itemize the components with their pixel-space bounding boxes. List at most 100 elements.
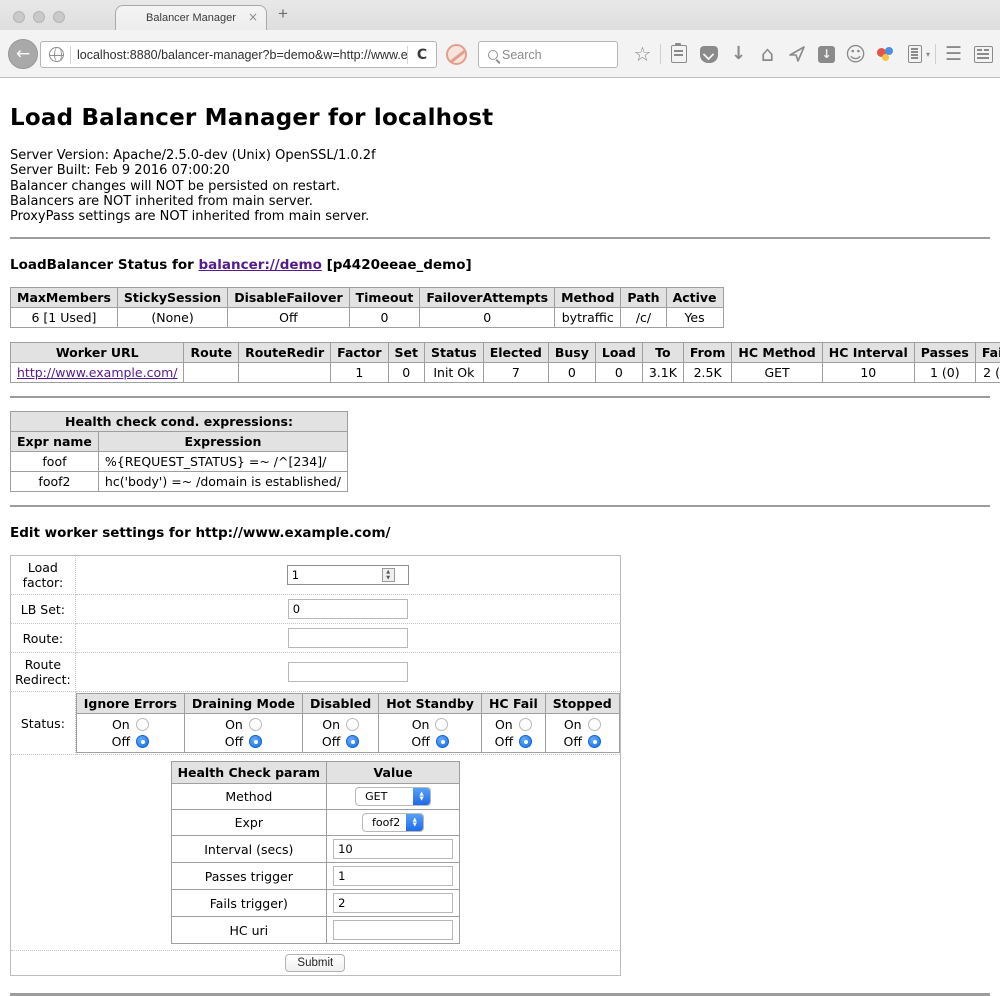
load-factor-label: Load factor: xyxy=(11,556,76,595)
select-chevrons-icon: ▲▼ xyxy=(413,788,430,805)
menu-hamburger-icon[interactable]: ☰ xyxy=(939,45,968,64)
page-content: Load Balancer Manager for localhost Serv… xyxy=(0,105,1000,996)
passes-input[interactable] xyxy=(333,866,453,886)
table-header-row: Health Check param Value xyxy=(171,762,460,784)
downloads-icon[interactable]: ↓ xyxy=(724,45,753,63)
hc-expr-title: Health check cond. expressions: xyxy=(11,412,348,432)
page-title: Load Balancer Manager for localhost xyxy=(10,105,990,131)
select-chevrons-icon: ▲▼ xyxy=(406,814,423,831)
ignore-errors-off-radio[interactable] xyxy=(136,735,149,748)
hc-uri-row: HC uri xyxy=(171,917,460,944)
passes-label: Passes trigger xyxy=(171,863,327,890)
hot-standby-off-radio[interactable] xyxy=(436,735,449,748)
url-text[interactable]: localhost:8880/balancer-manager?b=demo&w… xyxy=(71,48,407,62)
tab-close-icon[interactable]: × xyxy=(248,10,258,24)
method-select[interactable]: GET ▲▼ xyxy=(355,787,431,806)
server-info: Server Version: Apache/2.5.0-dev (Unix) … xyxy=(10,148,990,224)
route-input[interactable] xyxy=(288,628,408,648)
passes-row: Passes trigger xyxy=(171,863,460,890)
interval-label: Interval (secs) xyxy=(171,836,327,863)
browser-navbar: ← localhost:8880/balancer-manager?b=demo… xyxy=(0,30,1000,78)
window-minimize-button[interactable] xyxy=(33,11,45,23)
route-label: Route: xyxy=(11,624,76,653)
new-tab-button[interactable]: + xyxy=(278,4,288,24)
route-redirect-label: Route Redirect: xyxy=(11,653,76,692)
window-controls[interactable] xyxy=(13,11,65,23)
hot-standby-on-radio[interactable] xyxy=(435,718,448,731)
back-button[interactable]: ← xyxy=(8,39,38,69)
fails-input[interactable] xyxy=(333,893,453,913)
load-factor-row: Load factor: ▲▼ xyxy=(11,556,621,595)
home-icon[interactable]: ⌂ xyxy=(753,44,782,65)
divider xyxy=(10,505,990,507)
send-tab-icon[interactable] xyxy=(788,45,806,63)
disabled-off-radio[interactable] xyxy=(346,735,359,748)
hc-fail-off-radio[interactable] xyxy=(519,735,532,748)
inherit-note-line: Balancers are NOT inherited from main se… xyxy=(10,194,990,209)
draining-mode-on-radio[interactable] xyxy=(249,718,262,731)
divider xyxy=(10,396,990,398)
table-header-row: MaxMembers StickySession DisableFailover… xyxy=(11,288,724,308)
lb-set-label: LB Set: xyxy=(11,595,76,624)
content-blocker-icon[interactable] xyxy=(446,44,467,65)
stopped-on-radio[interactable] xyxy=(588,718,601,731)
divider xyxy=(10,237,990,239)
expr-row: Expr foof2 ▲▼ xyxy=(171,810,460,836)
table-row: foof2 hc('body') =~ /domain is establish… xyxy=(11,472,348,492)
health-check-row: Health Check param Value Method GET ▲▼ xyxy=(11,755,621,951)
hc-fail-on-radio[interactable] xyxy=(519,718,532,731)
search-placeholder[interactable]: Search xyxy=(502,48,542,62)
save-to-device-icon[interactable] xyxy=(818,46,835,63)
url-bar[interactable]: localhost:8880/balancer-manager?b=demo&w… xyxy=(40,41,437,68)
interval-row: Interval (secs) xyxy=(171,836,460,863)
worker-status-table: Worker URL Route RouteRedir Factor Set S… xyxy=(10,342,1000,383)
chevron-down-icon[interactable]: ▾ xyxy=(926,50,930,59)
method-row: Method GET ▲▼ xyxy=(171,784,460,810)
balancer-link[interactable]: balancer://demo xyxy=(199,257,322,273)
status-label: Status: xyxy=(11,692,76,755)
notes-extension-icon[interactable] xyxy=(908,45,922,63)
route-row: Route: xyxy=(11,624,621,653)
number-stepper-icon[interactable]: ▲▼ xyxy=(382,568,395,582)
bookmark-star-icon[interactable]: ☆ xyxy=(628,44,657,64)
disabled-on-radio[interactable] xyxy=(346,718,359,731)
pocket-icon[interactable] xyxy=(700,46,718,63)
lb-set-input[interactable] xyxy=(288,599,408,619)
expr-select[interactable]: foof2 ▲▼ xyxy=(362,813,424,832)
history-clipboard-icon[interactable] xyxy=(671,45,687,63)
submit-button[interactable]: Submit xyxy=(285,954,345,972)
interval-input[interactable] xyxy=(333,839,453,859)
table-header-row: Ignore Errors Draining Mode Disabled Hot… xyxy=(76,694,619,714)
extension-dots-icon[interactable] xyxy=(876,45,894,63)
method-label: Method xyxy=(171,784,327,810)
server-built-line: Server Built: Feb 9 2016 07:00:20 xyxy=(10,163,990,178)
route-redirect-input[interactable] xyxy=(288,662,408,682)
browser-titlebar: Balancer Manager × + xyxy=(0,0,1000,30)
proxypass-note-line: ProxyPass settings are NOT inherited fro… xyxy=(10,209,990,224)
worker-url-link[interactable]: http://www.example.com/ xyxy=(17,365,177,380)
draining-mode-off-radio[interactable] xyxy=(249,735,262,748)
tab-groups-icon[interactable] xyxy=(974,46,993,63)
server-version-line: Server Version: Apache/2.5.0-dev (Unix) … xyxy=(10,148,990,163)
submit-row: Submit xyxy=(11,951,621,976)
table-header-row: Expr name Expression xyxy=(11,432,348,452)
radio-row: On Off On Off On Off On xyxy=(76,714,619,753)
table-row: http://www.example.com/ 1 0 Init Ok 7 0 … xyxy=(11,363,1000,383)
ignore-errors-on-radio[interactable] xyxy=(136,718,149,731)
browser-tab[interactable]: Balancer Manager × xyxy=(115,5,267,30)
fails-row: Fails trigger) xyxy=(171,890,460,917)
table-row: 6 [1 Used] (None) Off 0 0 bytraffic /c/ … xyxy=(11,308,724,328)
hc-uri-input[interactable] xyxy=(333,920,453,940)
expr-label: Expr xyxy=(171,810,327,836)
edit-worker-heading: Edit worker settings for http://www.exam… xyxy=(10,525,990,541)
table-header-row: Worker URL Route RouteRedir Factor Set S… xyxy=(11,343,1000,363)
search-bar[interactable]: Search xyxy=(478,41,618,68)
stopped-off-radio[interactable] xyxy=(588,735,601,748)
reload-icon[interactable]: C xyxy=(408,47,436,63)
feedback-smiley-icon[interactable]: ☺ xyxy=(841,44,870,64)
site-identity-globe-icon[interactable] xyxy=(49,47,64,62)
status-row: Status: Ignore Errors Draining Mode Disa… xyxy=(11,692,621,755)
window-close-button[interactable] xyxy=(13,11,25,23)
window-zoom-button[interactable] xyxy=(53,11,65,23)
hc-expressions-table: Health check cond. expressions: Expr nam… xyxy=(10,411,348,492)
